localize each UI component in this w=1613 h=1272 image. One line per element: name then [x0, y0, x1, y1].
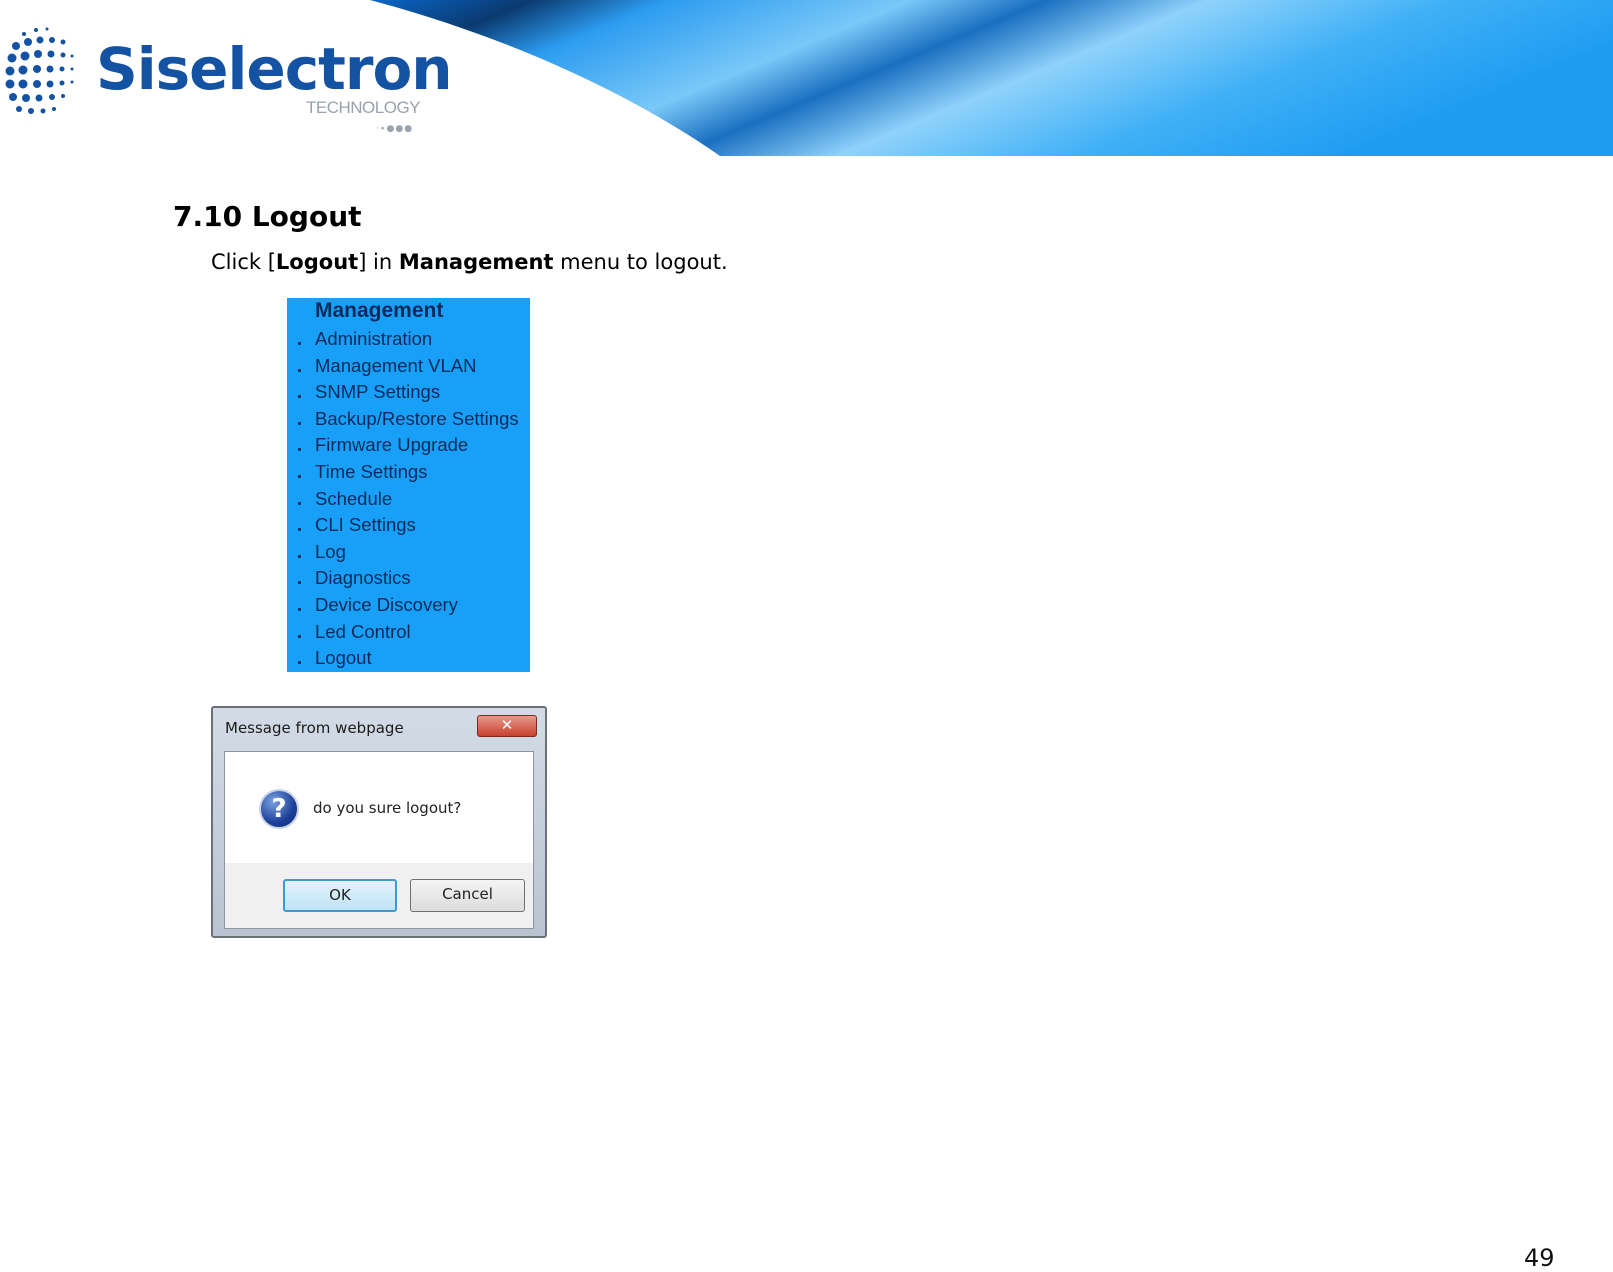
bullet-icon — [298, 581, 301, 585]
menu-item-log[interactable]: Log — [287, 540, 530, 567]
dialog-message: do you sure logout? — [313, 799, 462, 817]
instruction-logout: Logout — [275, 250, 359, 274]
instruction-management: Management — [398, 250, 554, 274]
page-header: Siselectron TECHNOLOGY ·∙●●● — [0, 0, 1613, 156]
menu-item-label[interactable]: Schedule — [315, 488, 392, 510]
instruction-middle: ] in — [358, 250, 399, 274]
cancel-button[interactable]: Cancel — [410, 879, 525, 912]
menu-list: Administration Management VLAN SNMP Sett… — [287, 327, 530, 673]
menu-item-snmp-settings[interactable]: SNMP Settings — [287, 380, 530, 407]
brand-subtitle: TECHNOLOGY — [306, 98, 421, 117]
menu-item-label[interactable]: Led Control — [315, 621, 411, 643]
bullet-icon — [298, 661, 301, 665]
menu-item-label[interactable]: Backup/Restore Settings — [315, 408, 519, 430]
menu-item-label[interactable]: Management VLAN — [315, 355, 476, 377]
menu-item-label[interactable]: CLI Settings — [315, 514, 416, 536]
dialog-footer: OK Cancel — [225, 863, 533, 928]
question-icon: ? — [259, 789, 299, 829]
menu-item-logout[interactable]: Logout — [287, 646, 530, 673]
ok-button[interactable]: OK — [283, 879, 397, 912]
close-button[interactable]: ✕ — [477, 715, 537, 737]
menu-item-label[interactable]: Administration — [315, 328, 432, 350]
menu-item-label[interactable]: Diagnostics — [315, 567, 411, 589]
menu-item-schedule[interactable]: Schedule — [287, 487, 530, 514]
menu-item-label[interactable]: Logout — [315, 647, 372, 669]
bullet-icon — [298, 528, 301, 532]
brand-name: Siselectron — [96, 35, 453, 103]
company-logo: Siselectron TECHNOLOGY ·∙●●● — [0, 14, 453, 139]
section-title: 7.10 Logout — [173, 200, 362, 233]
instruction-text: Click [Logout] in Management menu to log… — [211, 250, 728, 274]
instruction-prefix: Click [ — [211, 250, 276, 274]
bullet-icon — [298, 607, 301, 611]
bullet-icon — [298, 342, 301, 345]
logout-confirm-dialog: Message from webpage ✕ ? do you sure log… — [211, 706, 547, 938]
instruction-suffix: menu to logout. — [553, 250, 728, 274]
menu-item-label[interactable]: Time Settings — [315, 461, 427, 483]
menu-item-cli-settings[interactable]: CLI Settings — [287, 513, 530, 540]
bullet-icon — [298, 634, 301, 638]
brand-dots: ·∙●●● — [376, 124, 414, 134]
menu-item-label[interactable]: Device Discovery — [315, 594, 458, 616]
bullet-icon — [298, 448, 301, 452]
menu-item-led-control[interactable]: Led Control — [287, 620, 530, 647]
menu-title: Management — [315, 299, 444, 322]
menu-item-time-settings[interactable]: Time Settings — [287, 460, 530, 487]
bullet-icon — [298, 395, 301, 399]
menu-item-management-vlan[interactable]: Management VLAN — [287, 354, 530, 381]
menu-item-diagnostics[interactable]: Diagnostics — [287, 566, 530, 593]
menu-item-label[interactable]: Firmware Upgrade — [315, 434, 468, 456]
globe-icon — [5, 27, 74, 114]
bullet-icon — [298, 368, 301, 372]
bullet-icon — [298, 554, 301, 558]
bullet-icon — [298, 421, 301, 425]
menu-item-device-discovery[interactable]: Device Discovery — [287, 593, 530, 620]
menu-item-label[interactable]: Log — [315, 541, 346, 563]
menu-item-backup-restore[interactable]: Backup/Restore Settings — [287, 407, 530, 434]
bullet-icon — [298, 474, 301, 478]
menu-item-firmware-upgrade[interactable]: Firmware Upgrade — [287, 433, 530, 460]
menu-item-label[interactable]: SNMP Settings — [315, 381, 440, 403]
bullet-icon — [298, 501, 301, 505]
dialog-body: ? do you sure logout? OK Cancel — [224, 751, 534, 929]
dialog-title: Message from webpage — [225, 719, 404, 737]
page-number: 49 — [1524, 1244, 1555, 1272]
menu-item-administration[interactable]: Administration — [287, 327, 530, 354]
management-menu: Management Administration Management VLA… — [287, 298, 530, 672]
dialog-message-area: ? do you sure logout? — [225, 752, 533, 863]
